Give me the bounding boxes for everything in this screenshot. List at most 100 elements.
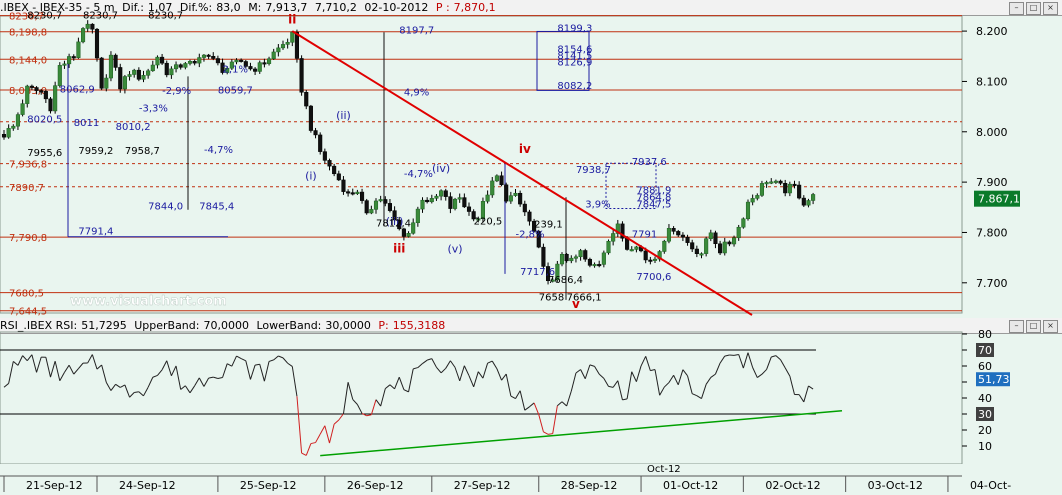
candle-body xyxy=(276,47,281,53)
candle-body xyxy=(662,240,667,252)
rsi-segment xyxy=(682,369,688,377)
level-label: 7680,5 xyxy=(9,289,44,300)
rsi-segment xyxy=(775,355,781,361)
candle-body xyxy=(1,134,7,138)
candle-body xyxy=(11,125,16,129)
rsi-tick-label: 10 xyxy=(978,440,992,453)
price-annotation: 7959,2 xyxy=(78,146,113,157)
rsi-segment xyxy=(166,360,172,376)
rsi-segment xyxy=(134,391,139,393)
candle-body xyxy=(564,253,569,262)
candle-body xyxy=(611,233,616,242)
price-annotation: 7791 xyxy=(632,229,657,240)
candle-body xyxy=(718,243,723,254)
rsi-segment xyxy=(570,372,577,392)
candle-body xyxy=(676,231,681,236)
rsi-segment xyxy=(496,368,503,381)
rsi-segment xyxy=(547,433,553,435)
rsi-segment xyxy=(659,386,665,396)
rsi-segment xyxy=(473,371,479,387)
candle-body xyxy=(187,61,193,64)
candle-body xyxy=(132,69,137,75)
chart-canvas[interactable]: 8230,78,198,88,144,08,083,07,936,87890,7… xyxy=(0,0,1062,495)
rsi-segment xyxy=(789,376,795,395)
rsi-segment xyxy=(389,384,395,390)
rsi-tick-label: 40 xyxy=(978,392,992,405)
x-tick-label: 25-Sep-12 xyxy=(240,479,297,492)
candle-body xyxy=(355,191,360,194)
candle-body xyxy=(29,85,34,88)
rsi-segment xyxy=(189,385,196,394)
rsi-tick-label: 80 xyxy=(978,328,992,341)
candle-body xyxy=(443,190,448,197)
price-annotation: 7791,4 xyxy=(78,226,113,237)
price-annotation: 7812,4 xyxy=(376,218,411,229)
rsi-segment xyxy=(152,374,158,378)
candle-body xyxy=(201,54,206,58)
price-annotation: 8230,7 xyxy=(148,11,183,22)
candle-body xyxy=(736,226,741,239)
price-annotation: 220,5 xyxy=(474,216,503,227)
candle-body xyxy=(759,183,765,196)
candle-body xyxy=(541,246,546,267)
band-tag-label: 30 xyxy=(978,408,992,421)
candle-body xyxy=(67,56,72,65)
rsi-segment xyxy=(529,402,535,408)
rsi-segment xyxy=(635,365,642,382)
price-annotation: 7700,6 xyxy=(636,272,671,283)
rsi-segment xyxy=(491,360,498,369)
candle-body xyxy=(713,232,718,245)
rsi-segment xyxy=(333,419,340,425)
price-annotation: 8230,7 xyxy=(27,11,62,22)
rsi-segment xyxy=(561,401,567,407)
rsi-segment xyxy=(8,361,14,384)
candle-body xyxy=(318,134,323,152)
rsi-segment xyxy=(738,354,744,369)
rsi-segment xyxy=(515,390,521,399)
price-annotation: 7844,0 xyxy=(148,201,183,212)
watermark: www.visualchart.com xyxy=(70,294,227,309)
axes: 8.200 8.100 8.000 7.900 7.800 7.700 7.867,1 80 7… xyxy=(0,25,1062,495)
candle-body xyxy=(727,241,732,245)
candle-body xyxy=(53,85,58,112)
price-annotation: 7958,7 xyxy=(125,146,160,157)
rsi-segment xyxy=(612,380,619,388)
rsi-segment xyxy=(408,368,414,392)
candle-body xyxy=(76,41,81,58)
candle-body xyxy=(513,192,518,196)
rsi-segment xyxy=(510,395,516,400)
price-annotation: 7937,6 xyxy=(632,157,667,168)
candle-body xyxy=(773,180,778,183)
band-tag-label: 70 xyxy=(978,344,992,357)
candle-body xyxy=(652,258,658,261)
price-tick-label: 8.000 xyxy=(976,126,1008,139)
price-tick-label: 8.100 xyxy=(976,75,1008,88)
rsi-segment xyxy=(380,388,386,407)
x-tick-label: 03-Oct-12 xyxy=(868,479,923,492)
candle-body xyxy=(239,59,244,62)
candle-body xyxy=(118,67,123,90)
level-label: 8,198,8 xyxy=(9,28,47,39)
candle-body xyxy=(308,105,313,131)
rsi-segment xyxy=(105,382,112,391)
rsi-segment xyxy=(217,377,223,379)
rsi-segment xyxy=(463,365,470,376)
candle-body xyxy=(573,256,579,259)
rsi-segment xyxy=(287,362,293,367)
candle-body xyxy=(508,195,513,202)
candle-body xyxy=(332,165,337,175)
price-annotation: 7847,5 xyxy=(636,199,671,210)
candle-body xyxy=(425,199,430,203)
price-annotation: 8197,7 xyxy=(399,26,434,37)
candle-body xyxy=(485,194,490,202)
rsi-segment xyxy=(222,363,228,378)
candle-body xyxy=(415,208,420,224)
rsi-segment xyxy=(263,361,270,382)
price-annotation: 8011 xyxy=(74,118,99,129)
wave-label: (v) xyxy=(448,243,463,256)
candle-body xyxy=(62,63,67,66)
candle-body xyxy=(685,236,690,243)
rsi-segment xyxy=(733,354,739,356)
rsi-segment xyxy=(352,399,358,405)
rsi-segment xyxy=(422,359,428,364)
